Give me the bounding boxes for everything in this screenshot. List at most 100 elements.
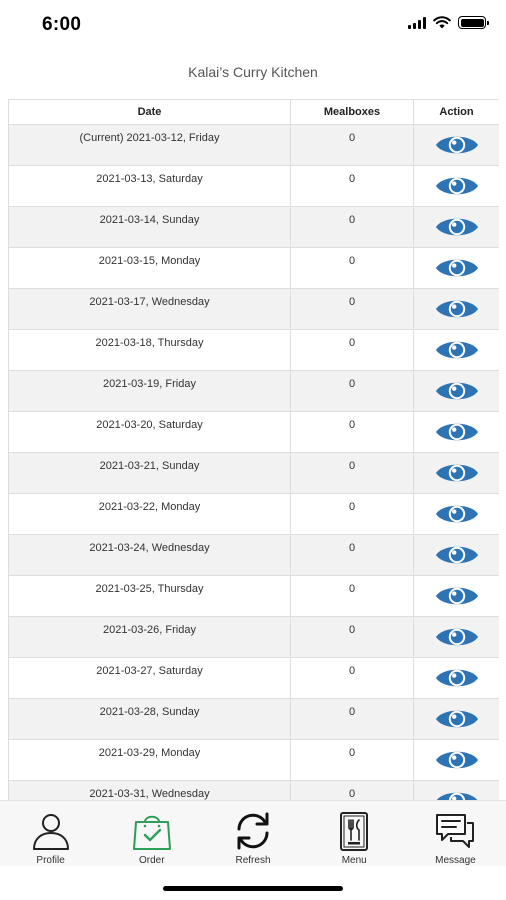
row-action xyxy=(413,370,499,412)
row-date: 2021-03-13, Saturday xyxy=(8,165,291,207)
view-button[interactable] xyxy=(435,337,479,363)
person-icon xyxy=(32,814,69,850)
view-button[interactable] xyxy=(435,706,479,732)
row-date: 2021-03-20, Saturday xyxy=(8,411,291,453)
tab-menu[interactable]: Menu xyxy=(304,801,405,866)
row-action xyxy=(413,247,499,289)
row-mealboxes: 0 xyxy=(290,329,414,371)
view-button[interactable] xyxy=(435,542,479,568)
row-date: 2021-03-19, Friday xyxy=(8,370,291,412)
table-row: 2021-03-17, Wednesday 0 xyxy=(8,288,499,330)
view-button[interactable] xyxy=(435,501,479,527)
row-mealboxes: 0 xyxy=(290,411,414,453)
view-button[interactable] xyxy=(435,747,479,773)
table-row: 2021-03-21, Sunday 0 xyxy=(8,452,499,494)
row-date: 2021-03-14, Sunday xyxy=(8,206,291,248)
row-action xyxy=(413,124,499,166)
row-action xyxy=(413,657,499,699)
eye-icon xyxy=(435,792,478,800)
cellular-signal-icon xyxy=(408,16,426,29)
row-mealboxes: 0 xyxy=(290,698,414,740)
row-mealboxes: 0 xyxy=(290,780,414,800)
row-action xyxy=(413,165,499,207)
eye-icon xyxy=(435,628,478,645)
battery-icon xyxy=(458,16,489,29)
eye-icon xyxy=(435,136,478,153)
row-date: 2021-03-27, Saturday xyxy=(8,657,291,699)
tab-refresh-label: Refresh xyxy=(235,855,271,866)
table-row: 2021-03-28, Sunday 0 xyxy=(8,698,499,740)
row-mealboxes: 0 xyxy=(290,247,414,289)
column-header-action: Action xyxy=(413,99,499,125)
row-mealboxes: 0 xyxy=(290,575,414,617)
table-row: 2021-03-22, Monday 0 xyxy=(8,493,499,535)
status-time: 6:00 xyxy=(42,14,82,35)
dates-table: Date Mealboxes Action (Current) 2021-03-… xyxy=(8,99,499,800)
tab-message-label: Message xyxy=(435,855,476,866)
menu-book-icon xyxy=(340,812,369,851)
table-row: 2021-03-25, Thursday 0 xyxy=(8,575,499,617)
column-header-mealboxes: Mealboxes xyxy=(290,99,414,125)
row-date: 2021-03-24, Wednesday xyxy=(8,534,291,576)
table-row: 2021-03-24, Wednesday 0 xyxy=(8,534,499,576)
view-button[interactable] xyxy=(435,132,479,158)
tab-order[interactable]: Order xyxy=(101,801,202,866)
column-header-date: Date xyxy=(8,99,291,125)
home-area xyxy=(0,866,506,900)
status-bar: 6:00 xyxy=(0,0,506,50)
table-row: 2021-03-18, Thursday 0 xyxy=(8,329,499,371)
row-action xyxy=(413,575,499,617)
tab-profile[interactable]: Profile xyxy=(0,801,101,866)
row-date: 2021-03-29, Monday xyxy=(8,739,291,781)
view-button[interactable] xyxy=(435,378,479,404)
row-mealboxes: 0 xyxy=(290,534,414,576)
row-date: (Current) 2021-03-12, Friday xyxy=(8,124,291,166)
row-mealboxes: 0 xyxy=(290,370,414,412)
row-action xyxy=(413,411,499,453)
tab-order-label: Order xyxy=(139,855,165,866)
eye-icon xyxy=(435,751,478,768)
view-button[interactable] xyxy=(435,583,479,609)
table-row: 2021-03-20, Saturday 0 xyxy=(8,411,499,453)
eye-icon xyxy=(435,218,478,235)
eye-icon xyxy=(435,464,478,481)
table-row: 2021-03-13, Saturday 0 xyxy=(8,165,499,207)
home-indicator[interactable] xyxy=(163,886,343,891)
view-button[interactable] xyxy=(435,788,479,800)
row-date: 2021-03-18, Thursday xyxy=(8,329,291,371)
row-action xyxy=(413,329,499,371)
table-row: (Current) 2021-03-12, Friday 0 xyxy=(8,124,499,166)
view-button[interactable] xyxy=(435,173,479,199)
eye-icon xyxy=(435,382,478,399)
shopping-bag-icon xyxy=(132,815,171,850)
chat-icon xyxy=(436,814,475,848)
row-mealboxes: 0 xyxy=(290,288,414,330)
row-date: 2021-03-15, Monday xyxy=(8,247,291,289)
view-button[interactable] xyxy=(435,296,479,322)
row-action xyxy=(413,698,499,740)
table-row: 2021-03-14, Sunday 0 xyxy=(8,206,499,248)
view-button[interactable] xyxy=(435,214,479,240)
eye-icon xyxy=(435,300,478,317)
page-title: Kalai’s Curry Kitchen xyxy=(188,64,318,80)
row-mealboxes: 0 xyxy=(290,124,414,166)
view-button[interactable] xyxy=(435,665,479,691)
table-row: 2021-03-15, Monday 0 xyxy=(8,247,499,289)
view-button[interactable] xyxy=(435,255,479,281)
row-mealboxes: 0 xyxy=(290,493,414,535)
eye-icon xyxy=(435,669,478,686)
table-row: 2021-03-29, Monday 0 xyxy=(8,739,499,781)
tab-refresh[interactable]: Refresh xyxy=(202,801,303,866)
row-date: 2021-03-31, Wednesday xyxy=(8,780,291,800)
tab-menu-label: Menu xyxy=(341,855,367,866)
table-header-row: Date Mealboxes Action xyxy=(8,99,499,125)
row-date: 2021-03-17, Wednesday xyxy=(8,288,291,330)
table-row: 2021-03-26, Friday 0 xyxy=(8,616,499,658)
tab-bar: Profile Order Refresh Menu Message xyxy=(0,800,506,866)
eye-icon xyxy=(435,587,478,604)
tab-message[interactable]: Message xyxy=(405,801,506,866)
view-button[interactable] xyxy=(435,419,479,445)
view-button[interactable] xyxy=(435,460,479,486)
dates-table-container[interactable]: Date Mealboxes Action (Current) 2021-03-… xyxy=(8,99,499,800)
view-button[interactable] xyxy=(435,624,479,650)
